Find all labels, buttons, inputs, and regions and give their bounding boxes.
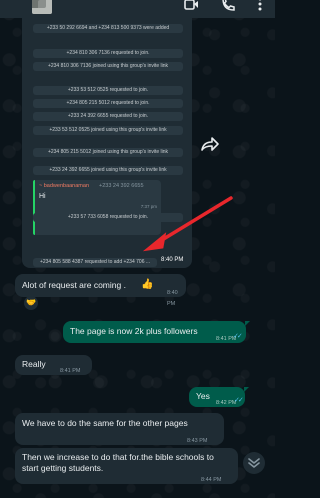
- message-time: 8:40 PM: [167, 290, 178, 307]
- system-message: +233 24 392 6655 joined using this group…: [33, 166, 183, 175]
- incoming-message[interactable]: We have to do the same for the other pag…: [15, 413, 224, 445]
- message-text: Alot of request are coming .: [22, 280, 126, 290]
- forward-icon[interactable]: [196, 131, 224, 159]
- chat-header: [0, 0, 275, 18]
- system-message: +233 57 733 6058 requested to join.: [33, 213, 183, 222]
- thumbs-up-emoji: 👍: [141, 279, 154, 290]
- system-message: +233 53 512 0525 requested to join.: [33, 86, 183, 95]
- reaction-badge[interactable]: 🤝: [24, 296, 38, 310]
- video-call-icon[interactable]: [183, 0, 199, 12]
- message-time: 8:44 PM: [201, 477, 222, 483]
- quote-bar: [33, 180, 35, 235]
- outgoing-message[interactable]: Yes 8:42 PM ✓✓: [189, 387, 249, 407]
- quoted-phone: +233 24 392 6655: [99, 183, 144, 189]
- system-message: +233 24 392 6655 requested to join.: [33, 112, 183, 121]
- system-message: +234 810 306 7136 joined using this grou…: [33, 62, 183, 71]
- incoming-message[interactable]: Alot of request are coming . 👍 8:40 PM: [15, 274, 186, 307]
- quoted-sender: ~ badwenbaanaman: [39, 183, 89, 189]
- screenshot-time: 8:40 PM: [161, 257, 184, 263]
- read-receipt-icon: ✓✓: [233, 333, 243, 340]
- system-message: +234 805 588 4387 requested to add +234 …: [33, 258, 157, 267]
- more-options-icon[interactable]: [252, 0, 268, 12]
- phone-icon[interactable]: [220, 0, 236, 12]
- system-message: +234 810 306 7136 requested to join.: [33, 49, 183, 58]
- group-avatar[interactable]: [32, 0, 52, 14]
- incoming-message[interactable]: Really 8:41 PM: [15, 355, 92, 375]
- message-time: 8:43 PM: [187, 438, 208, 444]
- system-message: +233 53 512 0525 joined using this group…: [33, 126, 183, 135]
- system-message: +234 805 215 5012 joined using this grou…: [33, 148, 183, 157]
- scroll-down-button[interactable]: [243, 452, 265, 474]
- message-text: Yes: [196, 391, 210, 401]
- message-text: The page is now 2k plus followers: [70, 326, 198, 336]
- quoted-time: 7:37 pm: [140, 204, 157, 209]
- incoming-message[interactable]: Then we increase to do that for.the bibl…: [15, 448, 238, 484]
- message-time: 8:41 PM: [60, 368, 81, 374]
- message-text: Then we increase to do that for.the bibl…: [22, 452, 214, 473]
- system-message: +234 805 215 5012 requested to join.: [33, 99, 183, 108]
- message-text: We have to do the same for the other pag…: [22, 418, 188, 428]
- message-text: Really: [22, 359, 46, 369]
- scroll-down-icon: [248, 458, 260, 468]
- quoted-text: Hi: [39, 193, 46, 200]
- read-receipt-icon: ✓✓: [234, 397, 244, 404]
- outgoing-message[interactable]: The page is now 2k plus followers 8:41 P…: [63, 321, 250, 343]
- quoted-message: ~ badwenbaanaman +233 24 392 6655 Hi 7:3…: [33, 180, 161, 235]
- system-message: +233 50 292 6694 and +234 813 500 9373 w…: [33, 24, 183, 33]
